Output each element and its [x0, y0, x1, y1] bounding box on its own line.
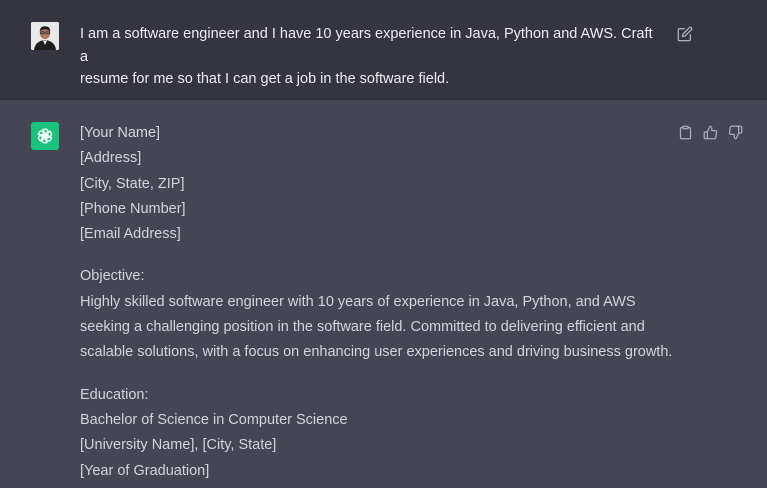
resume-address: [Address] — [80, 150, 142, 167]
user-message-row: I am a software engineer and I have 10 y… — [0, 0, 767, 100]
education-line-3: [Year of Graduation] — [80, 462, 210, 479]
objective-line-2: seeking a challenging position in the so… — [80, 319, 645, 336]
education-line-1: Bachelor of Science in Computer Science — [80, 411, 348, 428]
resume-phone: [Phone Number] — [80, 200, 186, 217]
resume-city-state-zip: [City, State, ZIP] — [80, 175, 185, 192]
objective-line-1: Highly skilled software engineer with 10… — [80, 293, 636, 310]
edit-icon[interactable] — [677, 26, 693, 42]
education-heading: Education: — [80, 386, 149, 403]
copy-icon[interactable] — [677, 124, 693, 140]
objective-heading: Objective: — [80, 268, 145, 285]
education-line-2: [University Name], [City, State] — [80, 437, 277, 454]
user-message-line-1: I am a software engineer and I have 10 y… — [80, 26, 653, 65]
resume-name: [Your Name] — [80, 125, 161, 141]
openai-logo-icon — [37, 128, 53, 144]
user-message-line-2: resume for me so that I can get a job in… — [80, 71, 450, 87]
assistant-message-row: [Your Name] [Address] [City, State, ZIP]… — [0, 100, 767, 488]
assistant-avatar — [31, 122, 59, 150]
user-message-text: I am a software engineer and I have 10 y… — [80, 23, 660, 91]
thumbs-up-icon[interactable] — [702, 124, 718, 140]
assistant-message-text: [Your Name] [Address] [City, State, ZIP]… — [80, 121, 700, 484]
resume-email: [Email Address] — [80, 226, 181, 243]
user-avatar — [31, 22, 59, 50]
thumbs-down-icon[interactable] — [727, 124, 743, 140]
objective-line-3: scalable solutions, with a focus on enha… — [80, 344, 673, 361]
